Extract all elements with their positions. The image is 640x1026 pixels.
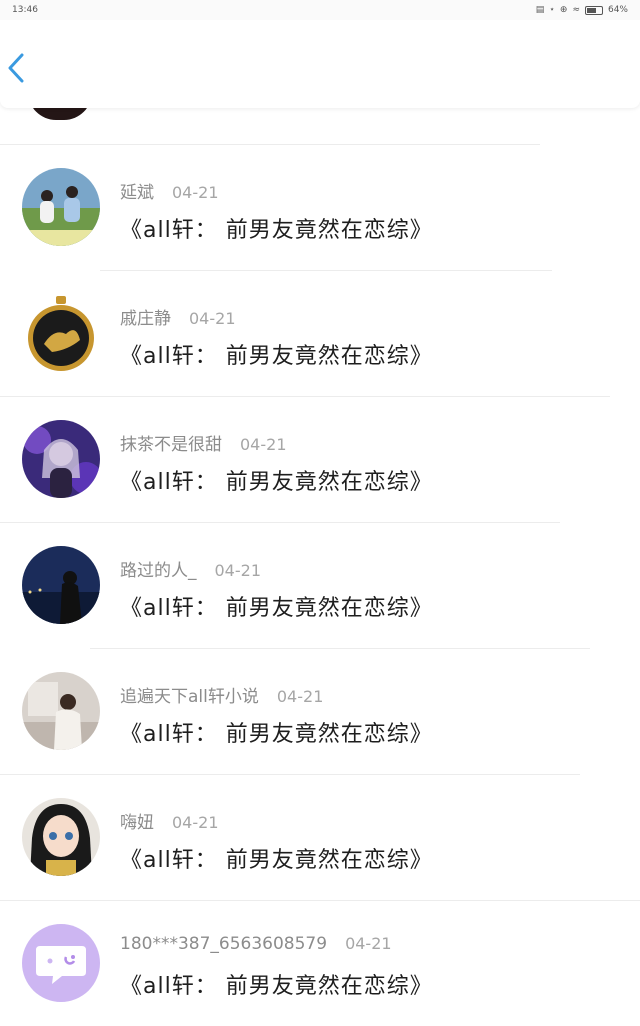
comment-text: 《all轩： 前男友竟然在恋综》 [120, 344, 433, 369]
avatar[interactable] [22, 294, 100, 372]
comment-meta: 抹茶不是很甜 04-21 [120, 430, 287, 455]
comment-text: 《all轩： 前男友竟然在恋综》 [120, 974, 433, 999]
comment-date: 04-21 [172, 183, 219, 202]
comment-text: 《all轩： 前男友竟然在恋综》 [120, 722, 433, 747]
list-item[interactable]: 延斌 04-21 《all轩： 前男友竟然在恋综》 [0, 144, 640, 270]
comment-text: 《all轩： 前男友竟然在恋综》 [120, 848, 433, 873]
avatar[interactable] [22, 798, 100, 876]
battery-percent: 64% [607, 5, 628, 15]
avatar[interactable] [22, 924, 100, 1002]
comment-text: 《all轩： 前男友竟然在恋综》 [120, 470, 433, 495]
status-time: 13:46 [12, 5, 38, 15]
list-item[interactable]: 路过的人_ 04-21 《all轩： 前男友竟然在恋综》 [0, 522, 640, 648]
avatar[interactable] [22, 168, 100, 246]
list-item[interactable]: 戚庄静 04-21 《all轩： 前男友竟然在恋综》 [0, 270, 640, 396]
chevron-left-icon [8, 53, 24, 83]
username[interactable]: 嗨妞 [120, 813, 154, 833]
bluetooth-icon: ⋆ [549, 5, 555, 15]
comment-meta: 延斌 04-21 [120, 178, 219, 203]
list-item[interactable]: 嗨妞 04-21 《all轩： 前男友竟然在恋综》 [0, 774, 640, 900]
comment-date: 04-21 [214, 561, 262, 580]
username[interactable]: 抹茶不是很甜 [120, 435, 222, 455]
comment-meta: 路过的人_ 04-21 [120, 556, 261, 581]
comment-date: 04-21 [240, 435, 287, 454]
username[interactable]: 戚庄静 [120, 309, 171, 329]
username[interactable]: 路过的人_ [120, 561, 197, 581]
comment-list: 延斌 04-21 《all轩： 前男友竟然在恋综》 戚庄静 04-21 《all轩：… [0, 0, 640, 1024]
avatar[interactable] [22, 420, 100, 498]
comment-date: 04-21 [345, 934, 392, 953]
username[interactable]: 180***387_6563608579 [120, 934, 327, 954]
username[interactable]: 延斌 [120, 183, 154, 203]
list-item[interactable]: 追遍天下all轩小说 04-21 《all轩： 前男友竟然在恋综》 [0, 648, 640, 774]
list-item[interactable]: 180***387_6563608579 04-21 《all轩： 前男友竟然在恋… [0, 900, 640, 1026]
status-bar: 13:46 ▤ ⋆ ⊕ ≈ 64% [0, 0, 640, 20]
status-icons: ▤ ⋆ ⊕ ≈ 64% [536, 5, 628, 15]
comment-text: 《all轩： 前男友竟然在恋综》 [120, 596, 433, 621]
comment-meta: 嗨妞 04-21 [120, 808, 219, 833]
back-button[interactable] [4, 50, 28, 86]
avatar[interactable] [22, 672, 100, 750]
comment-meta: 180***387_6563608579 04-21 [120, 934, 392, 954]
comment-text: 《all轩： 前男友竟然在恋综》 [120, 218, 433, 243]
battery-icon [584, 5, 603, 15]
comment-date: 04-21 [172, 813, 219, 832]
comment-date: 04-21 [276, 687, 324, 706]
list-item[interactable]: 抹茶不是很甜 04-21 《all轩： 前男友竟然在恋综》 [0, 396, 640, 522]
wifi-icon: ≈ [572, 5, 580, 15]
comment-meta: 戚庄静 04-21 [120, 304, 236, 329]
comment-meta: 追遍天下all轩小说 04-21 [120, 682, 323, 707]
username[interactable]: 追遍天下all轩小说 [120, 687, 259, 707]
top-bar [0, 20, 640, 108]
wifi-off-icon: ⊕ [559, 5, 568, 15]
vibrate-icon: ▤ [535, 5, 545, 15]
avatar[interactable] [22, 546, 100, 624]
comment-date: 04-21 [189, 309, 236, 328]
